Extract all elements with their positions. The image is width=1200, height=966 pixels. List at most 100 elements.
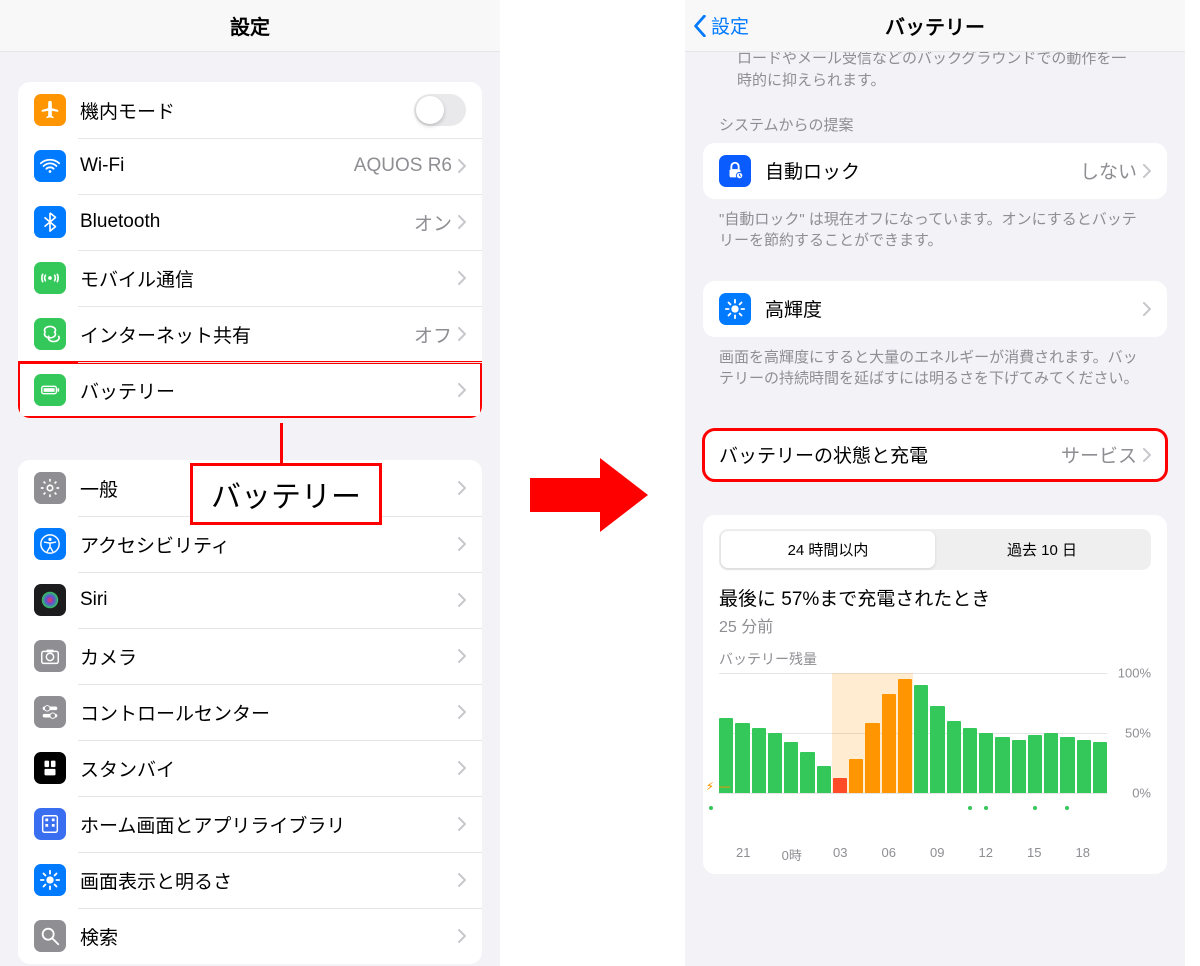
row-siri[interactable]: Siri [18, 572, 482, 628]
row-airplane[interactable]: 機内モード [18, 82, 482, 138]
row-label: モバイル通信 [80, 265, 458, 292]
activity-dot [968, 806, 972, 810]
chevron-right-icon [458, 481, 466, 495]
row-high-brightness[interactable]: 高輝度 [703, 281, 1167, 337]
home-icon [34, 808, 66, 840]
x-tick: 06 [865, 845, 914, 864]
chart-series-label: バッテリー残量 [719, 649, 1151, 669]
chevron-right-icon [458, 271, 466, 285]
siri-icon [34, 584, 66, 616]
x-tick: 18 [1059, 845, 1108, 864]
chevron-right-icon [458, 817, 466, 831]
y-axis: 100% 50% 0% [1107, 673, 1151, 793]
x-axis: 210時030609121518 [719, 845, 1151, 864]
row-label: インターネット共有 [80, 321, 414, 348]
x-tick: 15 [1010, 845, 1059, 864]
chevron-right-icon [458, 159, 466, 173]
row-label: 機内モード [80, 97, 414, 124]
row-battery-health-group: バッテリーの状態と充電 サービス [703, 429, 1167, 481]
health-label: バッテリーの状態と充電 [719, 441, 1061, 468]
row-value: オフ [414, 321, 452, 348]
x-tick: 0時 [768, 845, 817, 864]
page-title: バッテリー [885, 11, 985, 40]
row-label: スタンバイ [80, 755, 458, 782]
brightness-high-icon [719, 293, 751, 325]
chevron-right-icon [458, 873, 466, 887]
time-range-segmented[interactable]: 24 時間以内 過去 10 日 [719, 529, 1151, 570]
bar [735, 723, 749, 793]
camera-icon [34, 640, 66, 672]
autolock-footer: "自動ロック" は現在オフになっています。オンにするとバッテリーを節約することが… [703, 199, 1167, 251]
row-label: ホーム画面とアプリライブラリ [80, 811, 458, 838]
battery-usage-panel: 24 時間以内 過去 10 日 最後に 57%まで充電されたとき 25 分前 バ… [703, 515, 1167, 874]
row-bluetooth[interactable]: Bluetoothオン [18, 194, 482, 250]
row-search[interactable]: 検索 [18, 908, 482, 964]
cutoff-footer: ロードやメール受信などのバックグラウンドでの動作を一時的に抑えられます。 [703, 52, 1167, 92]
chevron-right-icon [458, 761, 466, 775]
airplane-icon [34, 94, 66, 126]
back-button[interactable]: 設定 [693, 12, 749, 39]
row-label: Siri [80, 589, 458, 611]
x-tick: 12 [962, 845, 1011, 864]
charge-bolt-icon: ⚡︎ [706, 780, 714, 793]
bar [947, 721, 961, 793]
battery-screen: 設定 バッテリー ロードやメール受信などのバックグラウンドでの動作を一時的に抑え… [685, 0, 1185, 966]
last-charge-time: 25 分前 [719, 613, 1151, 637]
bar [817, 766, 831, 792]
row-value: AQUOS R6 [354, 155, 452, 177]
bar [1028, 735, 1042, 793]
battery-body[interactable]: ロードやメール受信などのバックグラウンドでの動作を一時的に抑えられます。 システ… [685, 52, 1185, 966]
brightness-footer: 画面を高輝度にすると大量のエネルギーが消費されます。バッテリーの持続時間を延ばす… [703, 337, 1167, 389]
bar [1060, 737, 1074, 792]
x-tick: 21 [719, 845, 768, 864]
row-wifi[interactable]: Wi-FiAQUOS R6 [18, 138, 482, 194]
row-camera[interactable]: カメラ [18, 628, 482, 684]
activity-dot [1033, 806, 1037, 810]
accessibility-icon [34, 528, 66, 560]
row-label: カメラ [80, 643, 458, 670]
activity-dot [1065, 806, 1069, 810]
section-header-suggestions: システムからの提案 [703, 114, 1167, 143]
row-brightness[interactable]: 画面表示と明るさ [18, 852, 482, 908]
row-label: コントロールセンター [80, 699, 458, 726]
row-control[interactable]: コントロールセンター [18, 684, 482, 740]
row-battery[interactable]: バッテリー [18, 362, 482, 418]
row-cellular[interactable]: モバイル通信 [18, 250, 482, 306]
row-label: Wi-Fi [80, 155, 354, 177]
bar [914, 685, 928, 793]
row-battery-health[interactable]: バッテリーの状態と充電 サービス [703, 429, 1167, 481]
bar [784, 742, 798, 792]
gear-icon [34, 472, 66, 504]
bar [963, 728, 977, 793]
standby-icon [34, 752, 66, 784]
row-autolock[interactable]: 自動ロック しない [703, 143, 1167, 199]
row-home[interactable]: ホーム画面とアプリライブラリ [18, 796, 482, 852]
brightness-icon [34, 864, 66, 896]
bar [979, 733, 993, 793]
row-label: バッテリー [80, 377, 458, 404]
bar [995, 737, 1009, 792]
battery-icon [34, 374, 66, 406]
x-tick: 09 [913, 845, 962, 864]
bar [1093, 742, 1107, 792]
row-label: Bluetooth [80, 211, 414, 233]
chevron-right-icon [458, 537, 466, 551]
callout-battery: バッテリー [190, 463, 382, 525]
battery-level-chart: ⚡︎—⚡︎— 100% 50% 0% [719, 673, 1151, 823]
chevron-right-icon [1143, 164, 1151, 178]
activity-dot [984, 806, 988, 810]
toggle-switch[interactable] [414, 94, 466, 126]
seg-24h[interactable]: 24 時間以内 [721, 531, 935, 568]
row-value: オン [414, 209, 452, 236]
header: 設定 バッテリー [685, 0, 1185, 52]
activity-dot [709, 806, 713, 810]
row-hotspot[interactable]: インターネット共有オフ [18, 306, 482, 362]
bar [768, 733, 782, 793]
chevron-right-icon [458, 383, 466, 397]
chevron-right-icon [458, 215, 466, 229]
seg-10d[interactable]: 過去 10 日 [935, 531, 1149, 568]
bar [930, 706, 944, 792]
wifi-icon [34, 150, 66, 182]
row-standby[interactable]: スタンバイ [18, 740, 482, 796]
chevron-right-icon [458, 929, 466, 943]
